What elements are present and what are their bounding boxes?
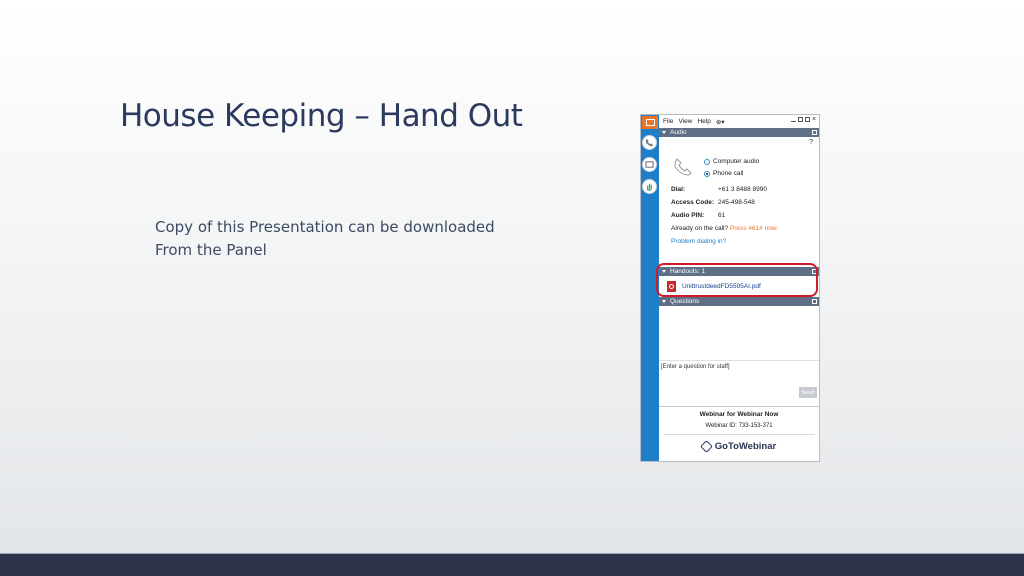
problem-link[interactable]: Problem dialing in? xyxy=(671,238,726,245)
access-label: Access Code: xyxy=(671,199,714,206)
dial-row: Dial: +61 3 8488 8990 xyxy=(671,186,767,193)
raise-hand-icon[interactable] xyxy=(642,179,657,194)
panel-logo-icon xyxy=(642,116,658,129)
collapse-icon xyxy=(662,131,666,134)
phone-call-option[interactable]: Phone call xyxy=(704,170,743,177)
phone-call-label: Phone call xyxy=(713,170,744,177)
restore-icon[interactable] xyxy=(805,117,810,122)
phone-tab-icon[interactable] xyxy=(642,135,657,150)
gotowebinar-panel: File View Help ⊕▾ × Audio ? Computer aud… xyxy=(640,114,820,462)
send-button[interactable]: Send xyxy=(799,387,817,398)
audio-section: ? Computer audio Phone call Dial: +61 3 … xyxy=(659,137,819,267)
maximize-icon[interactable] xyxy=(798,117,803,122)
menu-help[interactable]: Help xyxy=(697,118,710,125)
panel-main: File View Help ⊕▾ × Audio ? Computer aud… xyxy=(656,115,819,461)
slide-body: Copy of this Presentation can be downloa… xyxy=(155,216,495,262)
popout-icon[interactable] xyxy=(812,298,817,304)
handouts-section: Handouts: 1 UnittrustdeedFD5595AI.pdf xyxy=(656,263,819,297)
menu-file[interactable]: File xyxy=(663,118,673,125)
popout-icon[interactable] xyxy=(812,129,817,135)
pdf-icon xyxy=(667,281,676,292)
divider xyxy=(663,434,815,435)
telephone-icon xyxy=(674,158,692,176)
webinar-id: Webinar ID: 733-153-371 xyxy=(705,423,773,429)
webinar-info: Webinar for Webinar Now Webinar ID: 733-… xyxy=(659,406,819,453)
help-icon[interactable]: ? xyxy=(809,139,813,146)
close-icon[interactable]: × xyxy=(812,116,817,123)
questions-header[interactable]: Questions xyxy=(659,297,819,306)
collapse-icon xyxy=(662,270,666,273)
minimize-icon[interactable] xyxy=(791,117,796,122)
webinar-title: Webinar for Webinar Now xyxy=(699,411,779,418)
questions-header-label: Questions xyxy=(670,298,700,305)
send-row: Send xyxy=(659,387,819,399)
access-row: Access Code: 245-498-548 xyxy=(671,199,755,206)
handout-file-name: UnittrustdeedFD5595AI.pdf xyxy=(682,283,761,290)
popout-icon[interactable] xyxy=(812,268,817,274)
brand-name: GoToWebinar xyxy=(714,441,777,452)
body-line-2: From the Panel xyxy=(155,241,267,259)
pin-label: Audio PIN: xyxy=(671,212,705,219)
globe-icon[interactable]: ⊕▾ xyxy=(716,118,725,126)
computer-audio-radio[interactable] xyxy=(704,158,710,165)
screen-tab-icon[interactable] xyxy=(642,157,657,172)
audio-header[interactable]: Audio xyxy=(659,128,819,137)
collapse-icon xyxy=(662,300,666,303)
brand-logo: GoToWebinar xyxy=(659,440,819,453)
slide-title: House Keeping – Hand Out xyxy=(120,98,523,134)
pin-value: 61 xyxy=(718,212,726,219)
already-row: Already on the call? Press #61# now. xyxy=(671,225,778,232)
already-text: Already on the call? xyxy=(671,225,729,232)
body-line-1: Copy of this Presentation can be downloa… xyxy=(155,218,495,236)
handouts-header-label: Handouts: 1 xyxy=(670,268,706,275)
computer-audio-label: Computer audio xyxy=(713,158,760,165)
dial-label: Dial: xyxy=(671,186,686,193)
handouts-header[interactable]: Handouts: 1 xyxy=(659,267,819,276)
audio-header-label: Audio xyxy=(670,129,687,136)
menu-view[interactable]: View xyxy=(678,118,692,125)
pin-row: Audio PIN: 61 xyxy=(671,212,725,219)
access-value: 245-498-548 xyxy=(718,199,755,206)
window-controls: × xyxy=(791,116,817,123)
computer-audio-option[interactable]: Computer audio xyxy=(704,158,759,165)
dial-value: +61 3 8488 8990 xyxy=(718,186,767,193)
gotowebinar-logo-icon xyxy=(699,440,713,453)
question-input[interactable]: [Enter a question for staff] xyxy=(659,361,819,387)
questions-log xyxy=(659,306,819,361)
handout-file-link[interactable]: UnittrustdeedFD5595AI.pdf xyxy=(659,276,819,297)
press-text: Press #61# now. xyxy=(729,225,778,232)
panel-menubar: File View Help ⊕▾ × xyxy=(659,115,819,128)
footer-bar xyxy=(0,553,1024,576)
panel-side-rail xyxy=(641,115,659,461)
phone-call-radio[interactable] xyxy=(704,170,710,177)
